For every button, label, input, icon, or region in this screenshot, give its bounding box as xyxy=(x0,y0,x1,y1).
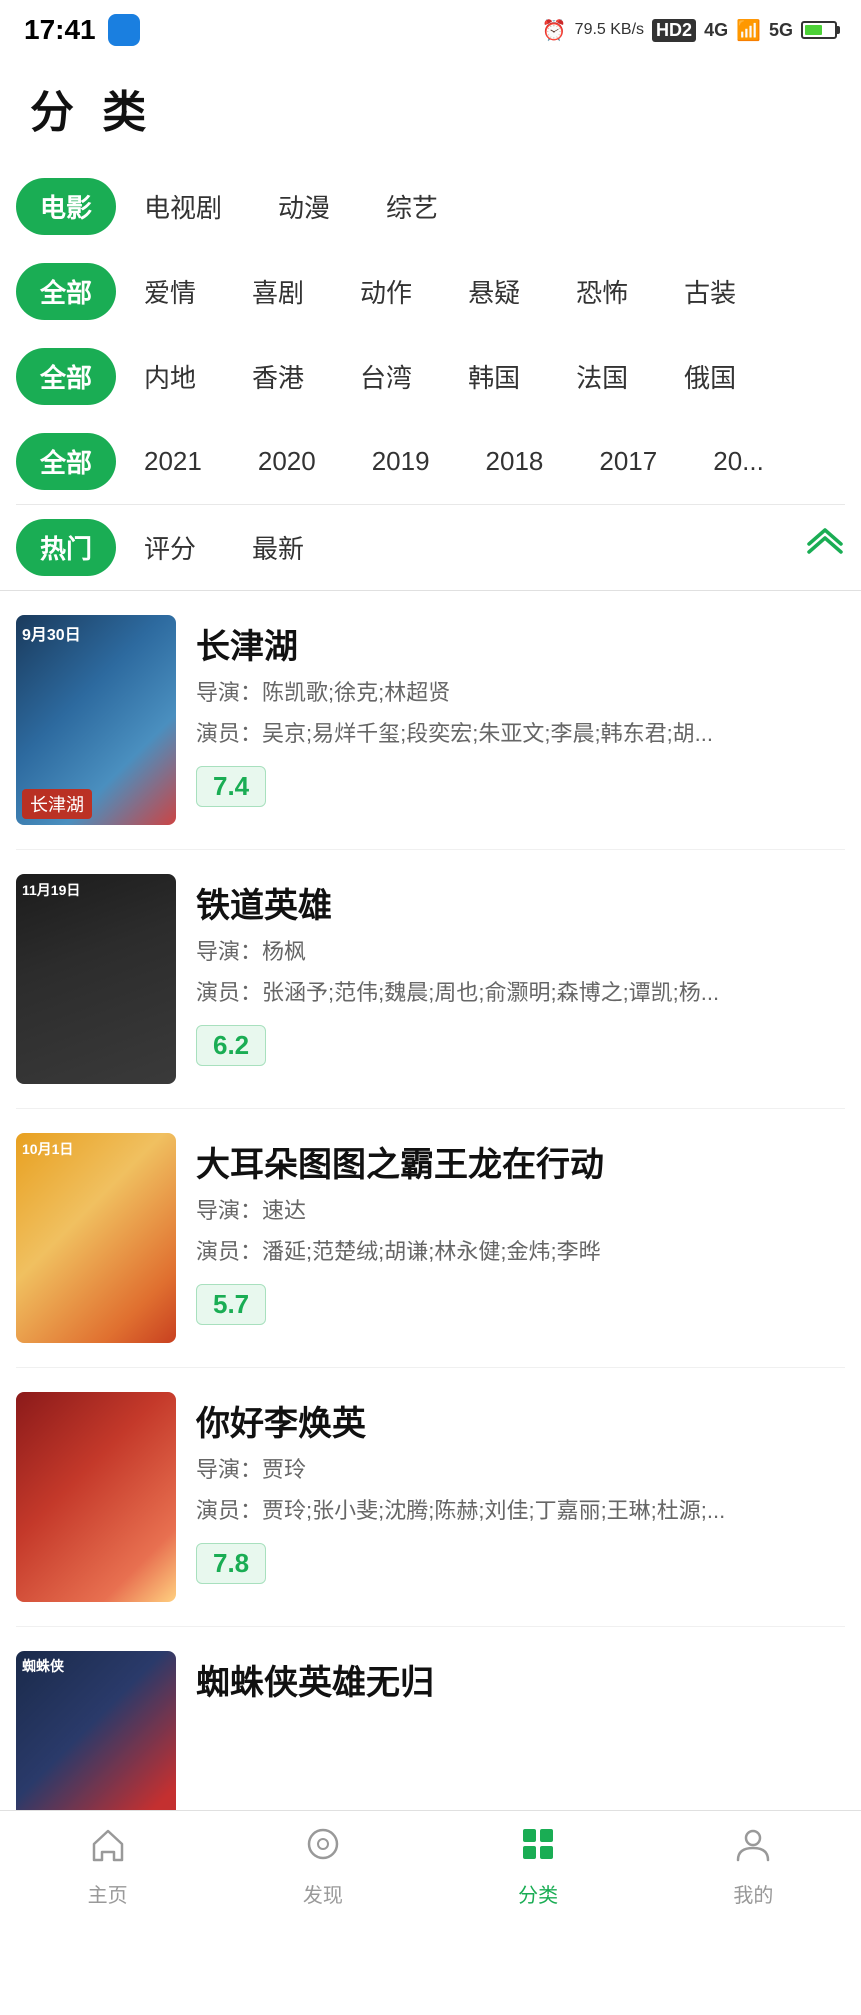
movie-title-2: 铁道英雄 xyxy=(196,878,845,927)
filter-item-costume[interactable]: 古装 xyxy=(656,263,764,320)
movie-director-1: 导演：陈凯歌;徐克;林超贤 xyxy=(196,676,845,709)
discover-icon xyxy=(303,1824,343,1873)
movie-poster-2: 11月19日 xyxy=(16,874,176,1084)
poster-date-3: 10月1日 xyxy=(22,1139,73,1159)
movie-poster-3: 10月1日 xyxy=(16,1133,176,1343)
movie-cast-3: 演员：潘延;范楚绒;胡谦;林永健;金炜;李晔 xyxy=(196,1235,845,1268)
movie-rating-3: 5.7 xyxy=(196,1284,266,1325)
filter-item-russia[interactable]: 俄国 xyxy=(656,348,764,405)
status-time: 17:41 xyxy=(24,14,96,46)
hd2-icon: HD2 xyxy=(652,19,696,42)
battery-icon xyxy=(801,21,837,39)
movie-cast-2: 演员：张涵予;范伟;魏晨;周也;俞灏明;森博之;谭凯;杨... xyxy=(196,976,845,1009)
nav-profile-label: 我的 xyxy=(733,1879,773,1908)
filter-items-genre: 爱情 喜剧 动作 悬疑 恐怖 古装 xyxy=(116,263,845,320)
home-icon xyxy=(88,1824,128,1873)
poster-date-2: 11月19日 xyxy=(22,880,80,900)
category-icon xyxy=(518,1824,558,1873)
nav-discover[interactable]: 发现 xyxy=(215,1824,430,1908)
filter-row-year: 全部 2021 2020 2019 2018 2017 20... xyxy=(16,419,845,504)
movie-rating-2: 6.2 xyxy=(196,1025,266,1066)
movie-item-3[interactable]: 10月1日 大耳朵图图之霸王龙在行动 导演：速达 演员：潘延;范楚绒;胡谦;林永… xyxy=(16,1109,845,1368)
movie-title-1: 长津湖 xyxy=(196,619,845,668)
movie-cast-1: 演员：吴京;易烊千玺;段奕宏;朱亚文;李晨;韩东君;胡... xyxy=(196,717,845,750)
movie-info-2: 铁道英雄 导演：杨枫 演员：张涵予;范伟;魏晨;周也;俞灏明;森博之;谭凯;杨.… xyxy=(196,874,845,1066)
filter-item-2021[interactable]: 2021 xyxy=(116,436,230,487)
movie-item-4[interactable]: 你好李焕英 导演：贾玲 演员：贾玲;张小斐;沈腾;陈赫;刘佳;丁嘉丽;王琳;杜源… xyxy=(16,1368,845,1627)
movie-cast-4: 演员：贾玲;张小斐;沈腾;陈赫;刘佳;丁嘉丽;王琳;杜源;... xyxy=(196,1494,845,1527)
filter-item-hongkong[interactable]: 香港 xyxy=(224,348,332,405)
filter-item-france[interactable]: 法国 xyxy=(548,348,656,405)
filter-item-2018[interactable]: 2018 xyxy=(458,436,572,487)
filter-active-sort[interactable]: 热门 xyxy=(16,519,116,576)
filter-item-action[interactable]: 动作 xyxy=(332,263,440,320)
filter-item-mainland[interactable]: 内地 xyxy=(116,348,224,405)
nav-profile[interactable]: 我的 xyxy=(646,1824,861,1908)
filter-item-taiwan[interactable]: 台湾 xyxy=(332,348,440,405)
filter-item-romance[interactable]: 爱情 xyxy=(116,263,224,320)
movie-item-1[interactable]: 9月30日 长津湖 长津湖 导演：陈凯歌;徐克;林超贤 演员：吴京;易烊千玺;段… xyxy=(16,591,845,850)
bottom-nav: 主页 发现 分类 我的 xyxy=(0,1810,861,1920)
4g-icon: 4G xyxy=(704,20,728,41)
filter-items-year: 2021 2020 2019 2018 2017 20... xyxy=(116,436,845,487)
filter-item-rating[interactable]: 评分 xyxy=(116,519,224,576)
profile-icon xyxy=(733,1824,773,1873)
filter-item-korea[interactable]: 韩国 xyxy=(440,348,548,405)
filter-item-2017[interactable]: 2017 xyxy=(571,436,685,487)
filter-item-newest[interactable]: 最新 xyxy=(224,519,332,576)
movie-title-4: 你好李焕英 xyxy=(196,1396,845,1445)
filter-item-2019[interactable]: 2019 xyxy=(344,436,458,487)
movie-info-4: 你好李焕英 导演：贾玲 演员：贾玲;张小斐;沈腾;陈赫;刘佳;丁嘉丽;王琳;杜源… xyxy=(196,1392,845,1584)
movie-info-5: 蜘蛛侠英雄无归 xyxy=(196,1651,845,1704)
page-title: 分 类 xyxy=(0,56,861,164)
filter-row-region: 全部 内地 香港 台湾 韩国 法国 俄国 xyxy=(16,334,845,419)
movie-item-2[interactable]: 11月19日 铁道英雄 导演：杨枫 演员：张涵予;范伟;魏晨;周也;俞灏明;森博… xyxy=(16,850,845,1109)
movie-title-5: 蜘蛛侠英雄无归 xyxy=(196,1655,845,1704)
nav-home-label: 主页 xyxy=(88,1879,128,1908)
nav-category[interactable]: 分类 xyxy=(431,1824,646,1908)
filter-item-variety[interactable]: 综艺 xyxy=(358,178,466,235)
filter-item-horror[interactable]: 恐怖 xyxy=(548,263,656,320)
movie-poster-1: 9月30日 长津湖 xyxy=(16,615,176,825)
filter-item-2016[interactable]: 20... xyxy=(685,436,792,487)
movie-director-4: 导演：贾玲 xyxy=(196,1453,845,1486)
poster-date-1: 9月30日 xyxy=(22,621,81,645)
network-speed: 79.5 KB/s xyxy=(575,21,644,39)
status-bar: 17:41 ⏰ 79.5 KB/s HD2 4G 📶 5G xyxy=(0,0,861,56)
filter-active-region[interactable]: 全部 xyxy=(16,348,116,405)
filter-item-anime[interactable]: 动漫 xyxy=(250,178,358,235)
filter-item-suspense[interactable]: 悬疑 xyxy=(440,263,548,320)
movie-title-3: 大耳朵图图之霸王龙在行动 xyxy=(196,1137,845,1186)
movie-director-3: 导演：速达 xyxy=(196,1194,845,1227)
movie-director-2: 导演：杨枫 xyxy=(196,935,845,968)
app-icon xyxy=(108,14,140,46)
movie-list: 9月30日 长津湖 长津湖 导演：陈凯歌;徐克;林超贤 演员：吴京;易烊千玺;段… xyxy=(0,591,861,1885)
5g-icon: 5G xyxy=(769,20,793,41)
movie-rating-4: 7.8 xyxy=(196,1543,266,1584)
filter-item-2020[interactable]: 2020 xyxy=(230,436,344,487)
nav-discover-label: 发现 xyxy=(303,1879,343,1908)
filter-items-type: 电视剧 动漫 综艺 xyxy=(116,178,845,235)
filter-row-type: 电影 电视剧 动漫 综艺 xyxy=(16,164,845,249)
nav-home[interactable]: 主页 xyxy=(0,1824,215,1908)
movie-rating-1: 7.4 xyxy=(196,766,266,807)
nav-category-label: 分类 xyxy=(518,1879,558,1908)
filter-section: 电影 电视剧 动漫 综艺 全部 爱情 喜剧 动作 悬疑 恐怖 古装 全部 内地 … xyxy=(0,164,861,590)
filter-row-genre: 全部 爱情 喜剧 动作 悬疑 恐怖 古装 xyxy=(16,249,845,334)
poster-label-1: 长津湖 xyxy=(22,789,92,819)
collapse-icon[interactable] xyxy=(805,528,845,568)
alarm-icon: ⏰ xyxy=(542,18,567,43)
status-icons: ⏰ 79.5 KB/s HD2 4G 📶 5G xyxy=(542,18,837,43)
filter-active-year[interactable]: 全部 xyxy=(16,433,116,490)
filter-item-comedy[interactable]: 喜剧 xyxy=(224,263,332,320)
filter-items-region: 内地 香港 台湾 韩国 法国 俄国 xyxy=(116,348,845,405)
filter-active-genre[interactable]: 全部 xyxy=(16,263,116,320)
movie-info-3: 大耳朵图图之霸王龙在行动 导演：速达 演员：潘延;范楚绒;胡谦;林永健;金炜;李… xyxy=(196,1133,845,1325)
filter-row-sort: 热门 评分 最新 xyxy=(16,504,845,590)
wifi-signal-icon: 📶 xyxy=(736,18,761,43)
filter-active-type[interactable]: 电影 xyxy=(16,178,116,235)
movie-poster-4 xyxy=(16,1392,176,1602)
movie-info-1: 长津湖 导演：陈凯歌;徐克;林超贤 演员：吴京;易烊千玺;段奕宏;朱亚文;李晨;… xyxy=(196,615,845,807)
filter-item-tv[interactable]: 电视剧 xyxy=(116,178,250,235)
